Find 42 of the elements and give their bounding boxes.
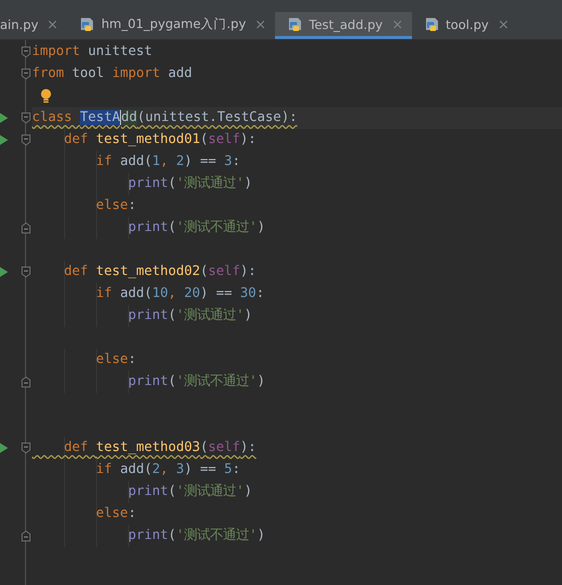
file-tab[interactable]: Test_add.py [274,12,412,39]
fold-icon[interactable] [21,112,31,124]
file-tab[interactable]: hm_01_pygame入门.py [67,12,275,39]
code-line: import unittest [32,43,152,61]
lightbulb-icon[interactable] [40,88,52,104]
python-file-icon [79,16,96,32]
fold-icon[interactable] [21,442,31,454]
code-line: print('测试通过') [127,175,252,193]
python-file-icon [424,16,440,32]
fold-icon[interactable] [21,134,31,146]
code-line: def test_method02(self): [63,263,256,281]
run-icon[interactable] [0,443,8,453]
code-line: else: [95,505,136,523]
file-tab[interactable]: tool.py [412,12,518,39]
code-line: print('测试通过') [127,307,252,325]
fold-icon[interactable] [21,266,31,278]
fold-icon[interactable] [21,376,31,388]
fold-icon[interactable] [21,530,31,542]
code-line: print('测试不通过') [127,527,266,545]
close-icon[interactable] [498,20,508,28]
code-line: else: [95,351,136,369]
code-line: if add(10, 20) == 30: [95,285,264,303]
run-icon[interactable] [0,113,8,123]
close-icon[interactable] [48,20,58,28]
code-line: else: [95,197,136,215]
code-line: if add(1, 2) == 3: [95,153,240,171]
fold-icon[interactable] [21,222,31,234]
code-line: print('测试不通过') [127,373,266,391]
python-file-icon [286,16,303,32]
run-icon[interactable] [0,135,8,145]
fold-icon[interactable] [21,46,31,58]
run-icon[interactable] [0,267,8,277]
code-line: print('测试通过') [127,483,252,501]
code-line: def test_method03(self): [63,439,256,457]
code-line: from tool import add [32,65,192,83]
close-icon[interactable] [256,20,265,28]
code-line: class TestAdd(unittest.TestCase): [32,109,298,127]
code-line: print('测试不通过') [127,219,266,237]
fold-icon[interactable] [21,68,31,80]
code-line: def test_method01(self): [63,131,256,149]
code-line: if add(2, 3) == 5: [95,461,240,479]
file-tab[interactable]: ain.py [0,12,68,39]
